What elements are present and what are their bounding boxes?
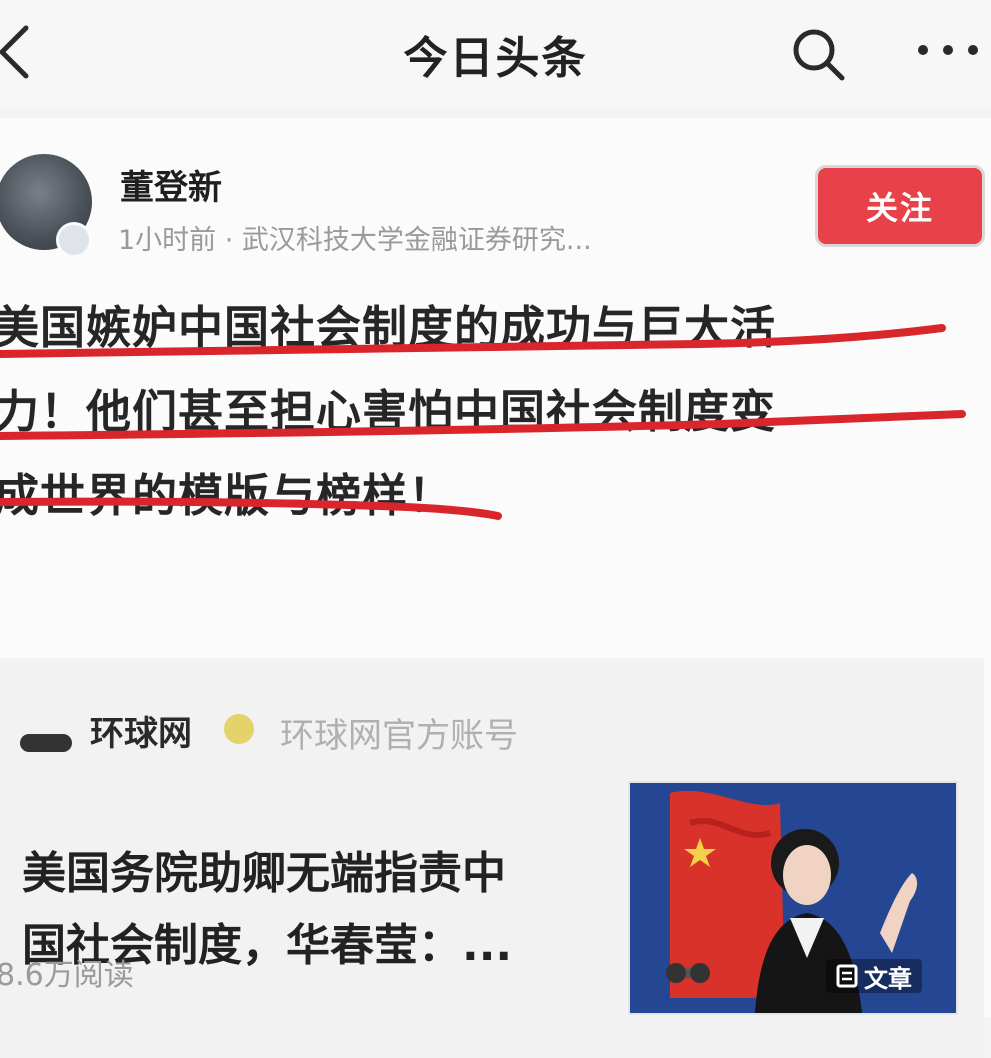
article-thumbnail[interactable]: 文章 [628,781,958,1015]
post-headline[interactable]: 美国嫉妒中国社会制度的成功与巨大活 力！他们甚至担心害怕中国社会制度变 成世界的… [0,286,991,538]
search-icon[interactable] [790,26,846,82]
content-type-badge: 文章 [826,959,922,993]
content-type-label: 文章 [864,964,912,993]
source-logo-icon [20,734,72,752]
author-meta: 1小时前 · 武汉科技大学金融证券研究... [118,225,592,256]
headline-line: 成世界的模版与榜样！ [0,469,455,522]
shared-article-card[interactable]: 环球网 环球网官方账号 美国务院助卿无端指责中 国社会制度，华春莹：... 文章 [0,658,984,1058]
verified-icon [224,714,254,744]
doc-icon [836,964,858,988]
article-title-line: 美国务院助卿无端指责中 [22,848,506,899]
author-name[interactable]: 董登新 [120,160,222,209]
post-card: 董登新 1小时前 · 武汉科技大学金融证券研究... 关注 美国嫉妒中国社会制度… [0,118,991,1058]
more-icon[interactable] [915,38,981,62]
verified-badge-icon [56,222,92,258]
source-name[interactable]: 环球网 [90,706,192,755]
read-count: 8.6万阅读 [0,958,134,993]
headline-line: 力！他们甚至担心害怕中国社会制度变 [0,385,777,438]
top-bar: 今日头条 [0,0,991,108]
source-description: 环球网官方账号 [280,716,518,756]
headline-line: 美国嫉妒中国社会制度的成功与巨大活 [0,301,777,354]
follow-button[interactable]: 关注 [818,168,982,244]
